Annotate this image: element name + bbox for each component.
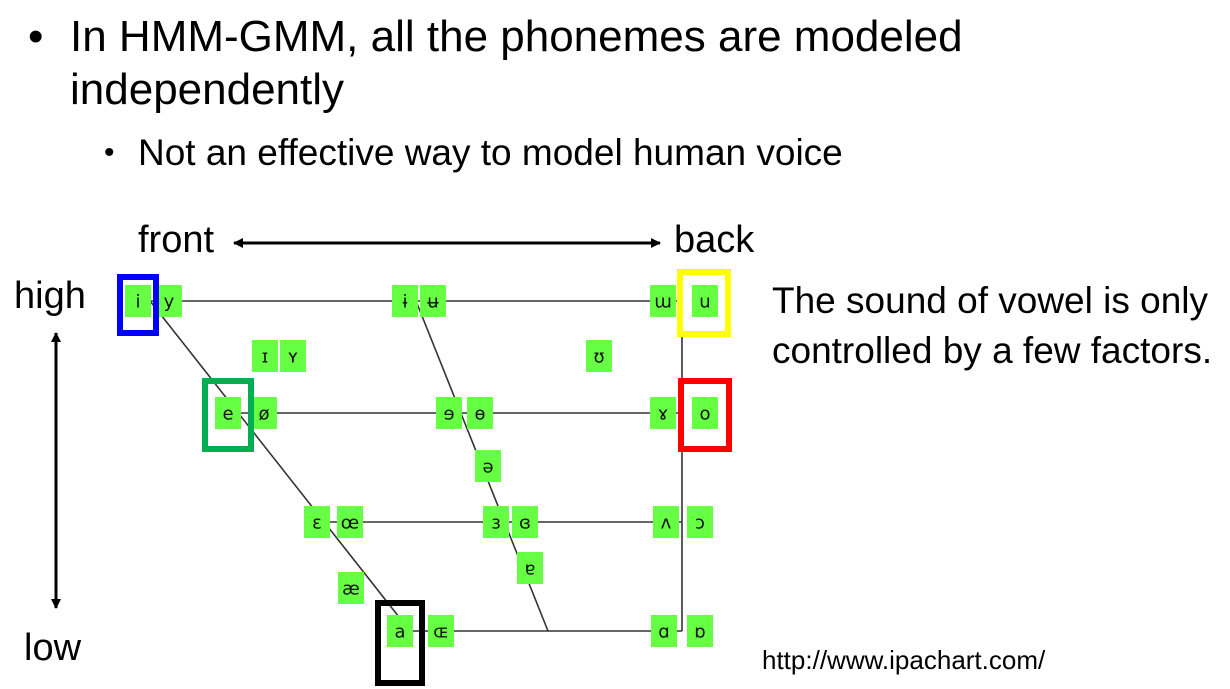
vowel-65: e	[215, 397, 241, 429]
vowel-symbol: ʏ	[288, 347, 299, 368]
vowel-268: ɨ	[392, 285, 418, 317]
vowel-289: ʉ	[420, 285, 446, 317]
vowel-symbol: o	[699, 404, 710, 425]
vowel-symbol: a	[394, 622, 405, 643]
vowel-25c: ɜ	[483, 506, 509, 538]
vowel-f8: ø	[251, 397, 277, 429]
vowel-symbol: u	[699, 292, 710, 313]
vowel-symbol: y	[164, 292, 175, 313]
vowel-26f: ɯ	[650, 285, 676, 317]
vowel-symbol: ɪ	[262, 347, 269, 368]
vowel-symbol: ɯ	[654, 292, 672, 313]
vowel-symbol: ɐ	[525, 559, 536, 580]
vowel-highlights	[117, 269, 732, 686]
vowel-symbol: ʌ	[661, 513, 672, 534]
vowel-254: ɔ	[687, 506, 713, 538]
vowel-symbol: ɜ	[491, 513, 501, 534]
vowel-symbol: ɨ	[402, 292, 407, 313]
vowel-75: u	[692, 285, 718, 317]
vowel-symbol: ɞ	[519, 513, 531, 534]
vowel-258: ɘ	[436, 397, 462, 429]
source-url[interactable]: http://www.ipachart.com/	[762, 645, 1045, 675]
vowel-275: ɵ	[467, 397, 493, 429]
vowel-252: ɒ	[687, 615, 713, 647]
vowel-symbols: i y ɨ ʉ ɯ u ɪ ʏ ʊ e ø ɘ ɵ ɤ o ə ɛ œ ɜ ɞ ʌ ɔ æ ɐ a ɶ ɑ ɒ	[125, 285, 718, 647]
vowel-symbol: æ	[342, 579, 360, 600]
vowel-symbol: ʊ	[593, 347, 604, 368]
vowel-28c: ʌ	[653, 506, 679, 538]
vowel-symbol: ɤ	[658, 404, 669, 425]
vowel-symbol: i	[135, 292, 140, 313]
vowel-symbol: ɘ	[443, 404, 454, 425]
vowel-61: a	[387, 615, 413, 647]
vowel-symbol: ɵ	[474, 404, 485, 425]
vowel-symbol: ɑ	[658, 622, 669, 643]
vowel-symbol: e	[222, 404, 233, 425]
vowel-symbol: ɔ	[695, 513, 705, 534]
vowel-250: ɐ	[517, 552, 543, 584]
vowel-symbol: ɶ	[433, 622, 448, 643]
vowel-symbol: œ	[341, 513, 359, 534]
vowel-symbol: ø	[258, 404, 269, 425]
vowel-28a: ʊ	[586, 340, 612, 372]
vowel-276: ɶ	[428, 615, 454, 647]
vowel-symbol: ɛ	[312, 513, 322, 534]
vowel-e6: æ	[338, 572, 364, 604]
vowel-259: ə	[475, 450, 501, 482]
vowel-26a: ɪ	[252, 340, 278, 372]
vowel-6f: o	[692, 397, 718, 429]
vowel-25e: ɞ	[512, 506, 538, 538]
vowel-79: y	[156, 285, 182, 317]
vowel-symbol: ʉ	[427, 292, 439, 313]
vowel-28f: ʏ	[280, 340, 306, 372]
vowel-symbol: ɒ	[694, 622, 705, 643]
vowel-153: œ	[337, 506, 363, 538]
vowel-264: ɤ	[650, 397, 676, 429]
vowel-251: ɑ	[651, 615, 677, 647]
vowel-factors-note: The sound of vowel is only controlled by…	[772, 280, 1213, 371]
vowel-symbol: ə	[482, 457, 493, 478]
vowel-69: i	[125, 285, 151, 317]
vowel-25b: ɛ	[304, 506, 330, 538]
